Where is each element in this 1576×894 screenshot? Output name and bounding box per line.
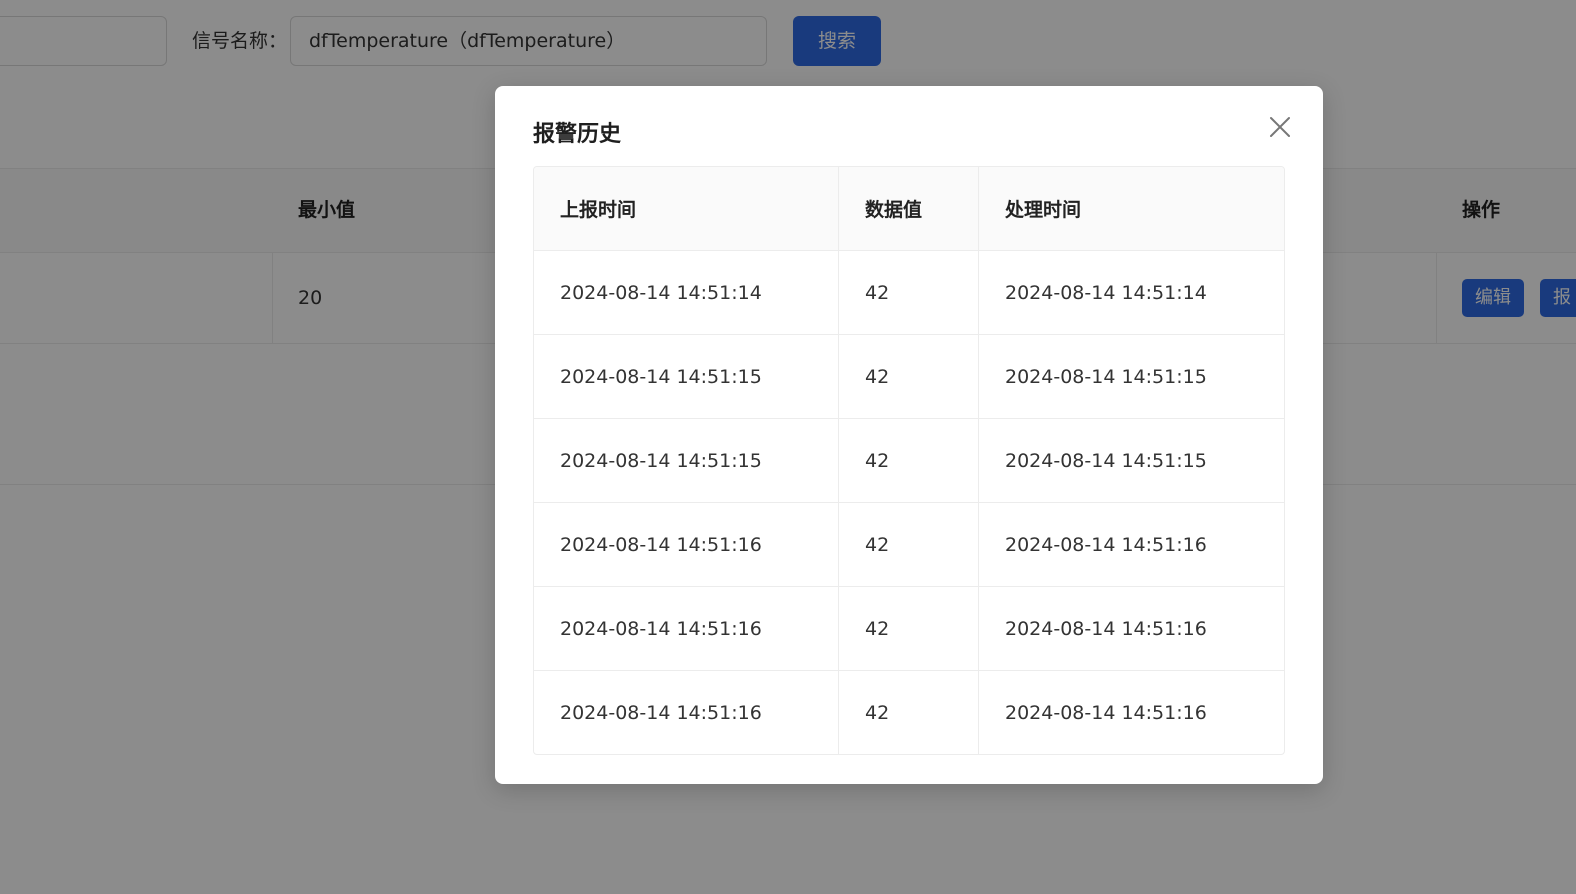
cell-report-time: 2024-08-14 14:51:16 xyxy=(534,671,839,754)
cell-data-value: 42 xyxy=(839,251,979,334)
cell-report-time: 2024-08-14 14:51:16 xyxy=(534,587,839,670)
header-data-value: 数据值 xyxy=(839,167,979,250)
cell-data-value: 42 xyxy=(839,335,979,418)
cell-handle-time: 2024-08-14 14:51:15 xyxy=(1005,365,1207,388)
cell-handle-time: 2024-08-14 14:51:16 xyxy=(1005,701,1207,724)
header-report-time: 上报时间 xyxy=(534,167,839,250)
cell-handle-time: 2024-08-14 14:51:15 xyxy=(1005,449,1207,472)
table-row: 2024-08-14 14:51:15 42 2024-08-14 14:51:… xyxy=(534,419,1284,503)
table-row: 2024-08-14 14:51:16 42 2024-08-14 14:51:… xyxy=(534,671,1284,754)
cell-report-time: 2024-08-14 14:51:14 xyxy=(534,251,839,334)
alarm-history-table: 上报时间 数据值 处理时间 2024-08-14 14:51:14 42 202… xyxy=(533,166,1285,755)
table-row: 2024-08-14 14:51:14 42 2024-08-14 14:51:… xyxy=(534,251,1284,335)
cell-handle-time: 2024-08-14 14:51:16 xyxy=(1005,533,1207,556)
alarm-history-modal: 报警历史 上报时间 数据值 处理时间 2024-08-14 14:51:14 4… xyxy=(495,86,1323,784)
cell-data-value: 42 xyxy=(839,587,979,670)
cell-report-time: 2024-08-14 14:51:15 xyxy=(534,335,839,418)
cell-report-time: 2024-08-14 14:51:15 xyxy=(534,419,839,502)
table-row: 2024-08-14 14:51:16 42 2024-08-14 14:51:… xyxy=(534,503,1284,587)
cell-data-value: 42 xyxy=(839,419,979,502)
header-handle-time: 处理时间 xyxy=(1005,199,1082,221)
table-header-row: 上报时间 数据值 处理时间 xyxy=(534,167,1284,251)
cell-report-time: 2024-08-14 14:51:16 xyxy=(534,503,839,586)
cell-data-value: 42 xyxy=(839,671,979,754)
cell-handle-time: 2024-08-14 14:51:14 xyxy=(1005,281,1207,304)
close-icon[interactable] xyxy=(1267,114,1293,140)
table-row: 2024-08-14 14:51:15 42 2024-08-14 14:51:… xyxy=(534,335,1284,419)
table-row: 2024-08-14 14:51:16 42 2024-08-14 14:51:… xyxy=(534,587,1284,671)
cell-handle-time: 2024-08-14 14:51:16 xyxy=(1005,617,1207,640)
page: 信号名称： dfTemperature（dfTemperature） 搜索 最小… xyxy=(0,0,1576,894)
cell-data-value: 42 xyxy=(839,503,979,586)
modal-title: 报警历史 xyxy=(533,122,622,147)
